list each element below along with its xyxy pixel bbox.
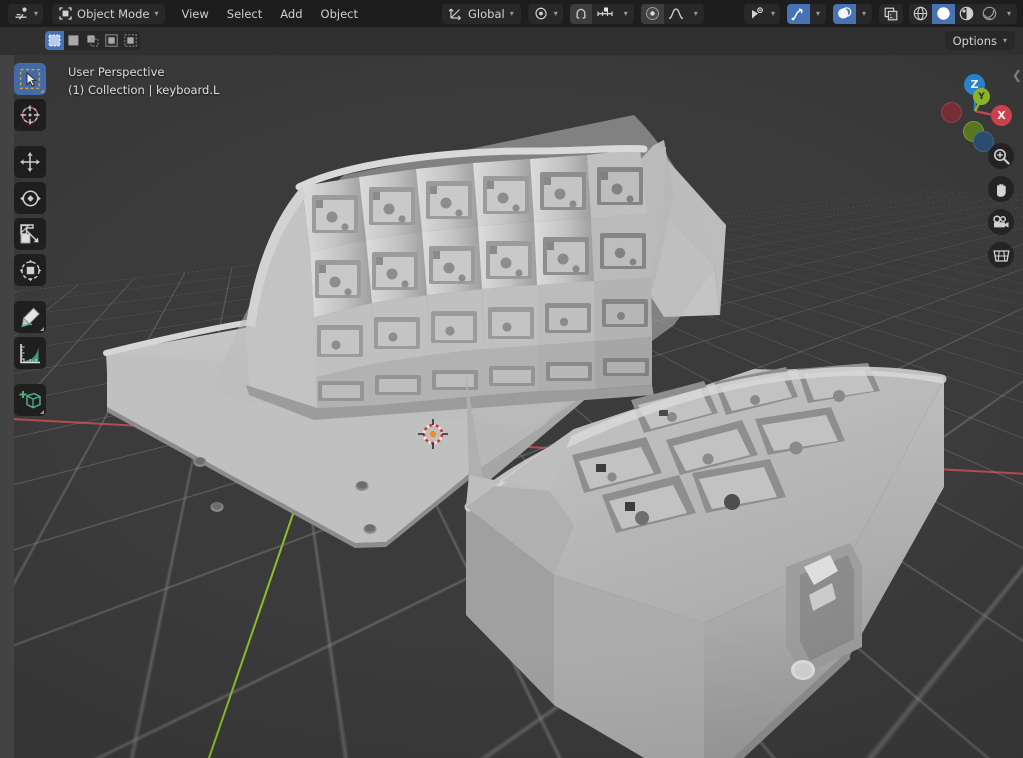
chevron-down-icon: ▾ [815, 8, 820, 18]
tool-move[interactable] [14, 146, 46, 178]
options-label: Options [952, 33, 997, 48]
proportional-editing-group: ▾ [640, 3, 704, 24]
chevron-down-icon: ▾ [861, 8, 866, 18]
3d-viewport[interactable]: User Perspective (1) Collection | keyboa… [14, 55, 1023, 758]
menu-object[interactable]: Object [312, 4, 367, 24]
tool-subtype-corner [40, 327, 44, 331]
shading-material-button[interactable] [955, 4, 978, 24]
chevron-down-icon: ▾ [1002, 35, 1007, 45]
chevron-down-icon: ▾ [553, 8, 558, 18]
gizmo-axis-x-positive[interactable]: X [991, 105, 1012, 126]
transform-orientation-label: Global [468, 6, 505, 21]
gizmo-axis-x-negative[interactable] [941, 102, 962, 123]
viewport-left-strip [0, 55, 14, 758]
snapping-group: ▾ [569, 3, 634, 24]
editor-type-icon [14, 7, 29, 20]
select-mode-set[interactable] [45, 31, 64, 50]
tool-rotate[interactable] [14, 182, 46, 214]
viewport-menus: View Select Add Object [172, 4, 367, 24]
3d-cursor [418, 419, 448, 449]
gizmo-group: ▾ [787, 3, 826, 24]
object-visibility-selector[interactable]: ▾ [743, 3, 780, 24]
tool-add-cube[interactable] [14, 384, 46, 416]
snap-magnet-toggle[interactable] [569, 3, 592, 24]
toggle-perspective-icon[interactable] [988, 242, 1014, 268]
options-button[interactable]: Options ▾ [944, 31, 1015, 50]
shading-solid-button[interactable] [932, 3, 955, 24]
select-mode-intersect[interactable] [121, 31, 140, 50]
xray-icon [884, 7, 898, 21]
overlays-options-chevron[interactable]: ▾ [856, 4, 872, 24]
orientation-axis-icon [449, 7, 463, 20]
chevron-down-icon: ▾ [693, 8, 698, 18]
viewport-header-bar: ▾ Object Mode ▾ View Select Add Object G… [0, 0, 1023, 27]
grid-floor [14, 55, 1023, 189]
gizmo-options-chevron[interactable]: ▾ [810, 4, 826, 24]
viewport-grid [14, 55, 1023, 758]
navigation-gizmo[interactable]: Z Y X [935, 63, 1015, 152]
pivot-point-icon [534, 7, 549, 20]
viewport-nav-buttons [988, 143, 1014, 268]
tool-subtype-corner [40, 410, 44, 414]
select-mode-extend[interactable] [64, 31, 83, 50]
chevron-down-icon: ▾ [509, 8, 514, 18]
menu-select[interactable]: Select [218, 4, 271, 24]
chevron-down-icon: ▾ [154, 8, 159, 18]
tool-select-box[interactable] [14, 63, 46, 95]
select-mode-invert[interactable] [102, 31, 121, 50]
shading-wireframe-button[interactable] [909, 4, 932, 24]
blender-window: ▾ Object Mode ▾ View Select Add Object G… [0, 0, 1023, 758]
snap-target-selector[interactable] [592, 4, 618, 24]
tool-cursor[interactable] [14, 99, 46, 131]
select-mode-subtract[interactable] [83, 31, 102, 50]
tool-transform[interactable] [14, 254, 46, 286]
overlays-toggle[interactable] [833, 3, 856, 24]
select-mode-group [45, 31, 140, 50]
chevron-down-icon: ▾ [1006, 8, 1011, 18]
tool-annotate[interactable] [14, 301, 46, 333]
camera-view-icon[interactable] [988, 209, 1014, 235]
snap-options-chevron[interactable]: ▾ [618, 4, 634, 24]
tool-measure[interactable] [14, 337, 46, 369]
chevron-down-icon: ▾ [770, 8, 775, 18]
transform-orientation-selector[interactable]: Global ▾ [442, 3, 521, 24]
xray-toggle[interactable] [879, 3, 903, 24]
sidebar-collapse-arrow[interactable]: ❮ [1012, 68, 1022, 82]
pivot-point-selector[interactable]: ▾ [527, 3, 563, 24]
menu-view[interactable]: View [172, 4, 217, 24]
shading-rendered-button[interactable] [978, 4, 1001, 24]
interaction-mode-selector[interactable]: Object Mode ▾ [52, 3, 166, 24]
overlays-group: ▾ [833, 3, 872, 24]
shading-options-chevron[interactable]: ▾ [1001, 4, 1017, 24]
proportional-edit-toggle[interactable] [640, 3, 664, 24]
gizmo-axis-y-positive[interactable]: Y [973, 88, 990, 105]
falloff-chevron[interactable]: ▾ [688, 4, 704, 24]
viewport-toolbar [14, 63, 50, 416]
mode-label: Object Mode [77, 6, 150, 21]
chevron-down-icon: ▾ [623, 8, 628, 18]
gizmo-axis-label-y: Y [978, 91, 985, 102]
tool-scale[interactable] [14, 218, 46, 250]
proportional-falloff-selector[interactable] [664, 4, 688, 24]
gizmo-axis-label-x: X [997, 109, 1006, 122]
tool-subtype-corner [40, 89, 44, 93]
object-mode-icon [59, 7, 72, 20]
tool-settings-row [0, 27, 1023, 55]
editor-type-selector[interactable]: ▾ [8, 3, 44, 24]
gizmo-toggle[interactable] [787, 3, 810, 24]
pan-hand-icon[interactable] [988, 176, 1014, 202]
zoom-in-icon[interactable] [988, 143, 1014, 169]
visibility-eye-icon [750, 7, 766, 20]
shading-mode-group: ▾ [909, 3, 1017, 24]
chevron-down-icon: ▾ [34, 8, 39, 18]
menu-add[interactable]: Add [271, 4, 311, 24]
